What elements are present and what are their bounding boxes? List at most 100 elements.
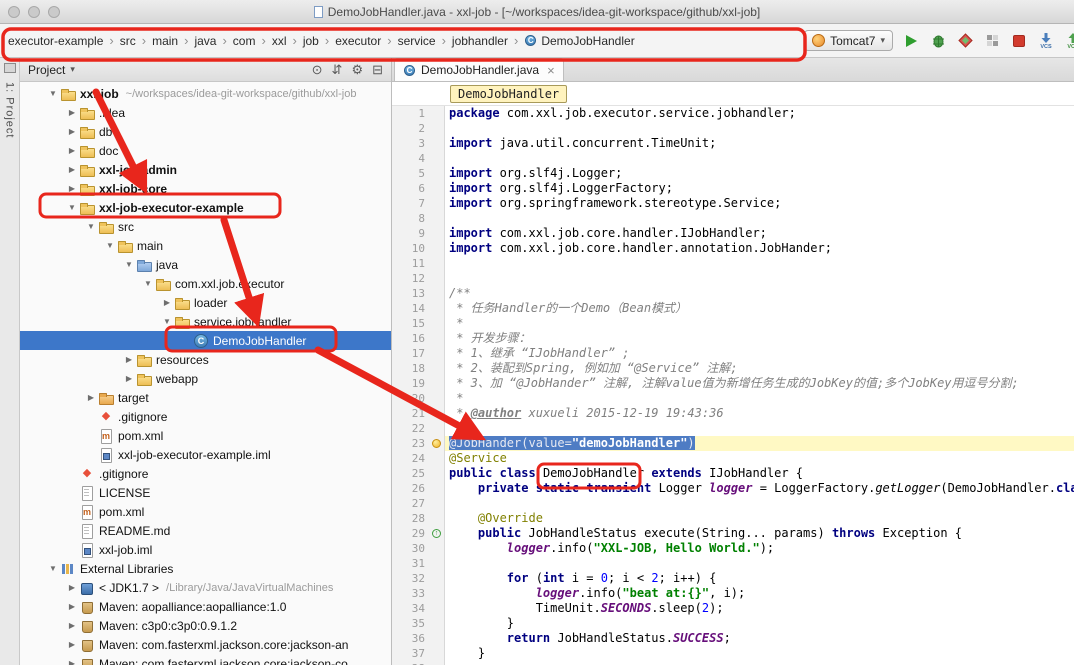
collapsed-arrow-icon[interactable]: ▶ (65, 602, 79, 611)
code-text[interactable]: @Service (445, 451, 1074, 466)
collapsed-arrow-icon[interactable]: ▶ (65, 146, 79, 155)
close-window-button[interactable] (8, 6, 20, 18)
collapsed-arrow-icon[interactable]: ▶ (122, 355, 136, 364)
expanded-arrow-icon[interactable]: ▼ (160, 317, 174, 326)
breadcrumb-item-xxl[interactable]: xxl (270, 32, 289, 50)
tree-item-java[interactable]: ▼java (20, 255, 391, 274)
expanded-arrow-icon[interactable]: ▼ (84, 222, 98, 231)
expanded-arrow-icon[interactable]: ▼ (46, 89, 60, 98)
code-text[interactable] (445, 556, 1074, 571)
collapsed-arrow-icon[interactable]: ▶ (65, 127, 79, 136)
override-icon[interactable] (430, 526, 445, 541)
code-line-18[interactable]: 18 * 2、装配到Spring, 例如加 “@Service” 注解; (392, 361, 1074, 376)
code-text[interactable]: logger.info("beat at:{}", i); (445, 586, 1074, 601)
code-line-5[interactable]: 5import org.slf4j.Logger; (392, 166, 1074, 181)
code-line-17[interactable]: 17 * 1、继承 “IJobHandler” ; (392, 346, 1074, 361)
collapse-all-icon[interactable]: ⇵ (332, 63, 343, 76)
breadcrumb-item-jobhandler[interactable]: jobhandler (450, 32, 510, 50)
tree-item-resources[interactable]: ▶resources (20, 350, 391, 369)
code-line-16[interactable]: 16 * 开发步骤： (392, 331, 1074, 346)
code-text[interactable]: * 3、加 “@JobHander” 注解, 注解value值为新增任务生成的J… (445, 376, 1074, 391)
tree-item-main[interactable]: ▼main (20, 236, 391, 255)
code-text[interactable]: * @author xuxueli 2015-12-19 19:43:36 (445, 406, 1074, 421)
tree-item-pom-xml[interactable]: pom.xml (20, 426, 391, 445)
code-text[interactable]: /** (445, 286, 1074, 301)
breadcrumb-item-main[interactable]: main (150, 32, 180, 50)
breadcrumb-item-service[interactable]: service (396, 32, 438, 50)
collapsed-arrow-icon[interactable]: ▶ (122, 374, 136, 383)
code-line-30[interactable]: 30 logger.info("XXL-JOB, Hello World."); (392, 541, 1074, 556)
code-text[interactable]: */ (445, 421, 1074, 436)
expanded-arrow-icon[interactable]: ▼ (122, 260, 136, 269)
code-text[interactable]: logger.info("XXL-JOB, Hello World."); (445, 541, 1074, 556)
stop-button[interactable] (1010, 32, 1028, 50)
tree-item-jdk1-7[interactable]: ▶< JDK1.7 >/Library/Java/JavaVirtualMach… (20, 578, 391, 597)
bulb-icon[interactable] (430, 436, 445, 451)
code-line-4[interactable]: 4 (392, 151, 1074, 166)
collapsed-arrow-icon[interactable]: ▶ (160, 298, 174, 307)
code-text[interactable]: public class DemoJobHandler extends IJob… (445, 466, 1074, 481)
tree-item-db[interactable]: ▶db (20, 122, 391, 141)
code-line-31[interactable]: 31 (392, 556, 1074, 571)
tree-item-demojobhandler[interactable]: DemoJobHandler (20, 331, 391, 350)
code-text[interactable]: * 1、继承 “IJobHandler” ; (445, 346, 1074, 361)
code-lines[interactable]: 1package com.xxl.job.executor.service.jo… (392, 106, 1074, 665)
code-line-11[interactable]: 11 (392, 256, 1074, 271)
breadcrumb-item-com[interactable]: com (231, 32, 258, 50)
run-configuration-select[interactable]: Tomcat7 ▾ (804, 30, 893, 51)
breadcrumb-item-java[interactable]: java (192, 32, 218, 50)
code-line-37[interactable]: 37 } (392, 646, 1074, 661)
code-text[interactable]: package com.xxl.job.executor.service.job… (445, 106, 1074, 121)
collapsed-arrow-icon[interactable]: ▶ (65, 184, 79, 193)
code-line-7[interactable]: 7import org.springframework.stereotype.S… (392, 196, 1074, 211)
hide-panel-icon[interactable]: ⊟ (372, 63, 383, 76)
code-line-13[interactable]: 13/** (392, 286, 1074, 301)
code-line-28[interactable]: 28 @Override (392, 511, 1074, 526)
collapsed-arrow-icon[interactable]: ▶ (65, 583, 79, 592)
code-text[interactable] (445, 121, 1074, 136)
code-line-15[interactable]: 15 * (392, 316, 1074, 331)
code-text[interactable]: import org.slf4j.LoggerFactory; (445, 181, 1074, 196)
code-line-24[interactable]: 24@Service (392, 451, 1074, 466)
code-line-2[interactable]: 2 (392, 121, 1074, 136)
tree-item-xxl-job-iml[interactable]: xxl-job.iml (20, 540, 391, 559)
code-line-35[interactable]: 35 } (392, 616, 1074, 631)
code-line-1[interactable]: 1package com.xxl.job.executor.service.jo… (392, 106, 1074, 121)
code-line-36[interactable]: 36 return JobHandleStatus.SUCCESS; (392, 631, 1074, 646)
code-text[interactable]: import com.xxl.job.core.handler.IJobHand… (445, 226, 1074, 241)
code-text[interactable]: } (445, 646, 1074, 661)
code-text[interactable]: @JobHander(value="demoJobHandler") (445, 436, 1074, 451)
close-icon[interactable]: × (547, 64, 555, 77)
code-text[interactable] (445, 151, 1074, 166)
code-line-26[interactable]: 26 private static transient Logger logge… (392, 481, 1074, 496)
tree-item-maven-aopalliance-aopalliance-1-0[interactable]: ▶Maven: aopalliance:aopalliance:1.0 (20, 597, 391, 616)
code-text[interactable]: import com.xxl.job.core.handler.annotati… (445, 241, 1074, 256)
tree-item-service-jobhandler[interactable]: ▼service.jobhandler (20, 312, 391, 331)
debug-button[interactable] (929, 32, 947, 50)
code-text[interactable]: import org.springframework.stereotype.Se… (445, 196, 1074, 211)
tree-item-loader[interactable]: ▶loader (20, 293, 391, 312)
minimize-window-button[interactable] (28, 6, 40, 18)
code-text[interactable] (445, 661, 1074, 665)
code-line-8[interactable]: 8 (392, 211, 1074, 226)
code-text[interactable]: } (445, 616, 1074, 631)
tree-item-doc[interactable]: ▶doc (20, 141, 391, 160)
code-line-20[interactable]: 20 * (392, 391, 1074, 406)
profiler-button[interactable] (983, 32, 1001, 50)
code-text[interactable] (445, 256, 1074, 271)
code-line-3[interactable]: 3import java.util.concurrent.TimeUnit; (392, 136, 1074, 151)
tree-item-target[interactable]: ▶target (20, 388, 391, 407)
tree-item-maven-c3p0-c3p0-0-9-1-2[interactable]: ▶Maven: c3p0:c3p0:0.9.1.2 (20, 616, 391, 635)
code-line-14[interactable]: 14 * 任务Handler的一个Demo（Bean模式） (392, 301, 1074, 316)
tree-item-src[interactable]: ▼src (20, 217, 391, 236)
code-text[interactable]: * 2、装配到Spring, 例如加 “@Service” 注解; (445, 361, 1074, 376)
code-line-9[interactable]: 9import com.xxl.job.core.handler.IJobHan… (392, 226, 1074, 241)
tool-window-icon[interactable] (4, 63, 16, 73)
tree-item-gitignore[interactable]: .gitignore (20, 464, 391, 483)
locate-icon[interactable]: ⊙ (312, 63, 323, 76)
vcs-commit-button[interactable]: VCS (1064, 32, 1074, 50)
settings-gear-icon[interactable]: ⚙ (351, 63, 363, 76)
breadcrumb-item-job[interactable]: job (301, 32, 321, 50)
code-line-32[interactable]: 32 for (int i = 0; i < 2; i++) { (392, 571, 1074, 586)
tree-item-xxl-job-executor-example[interactable]: ▼xxl-job-executor-example (20, 198, 391, 217)
